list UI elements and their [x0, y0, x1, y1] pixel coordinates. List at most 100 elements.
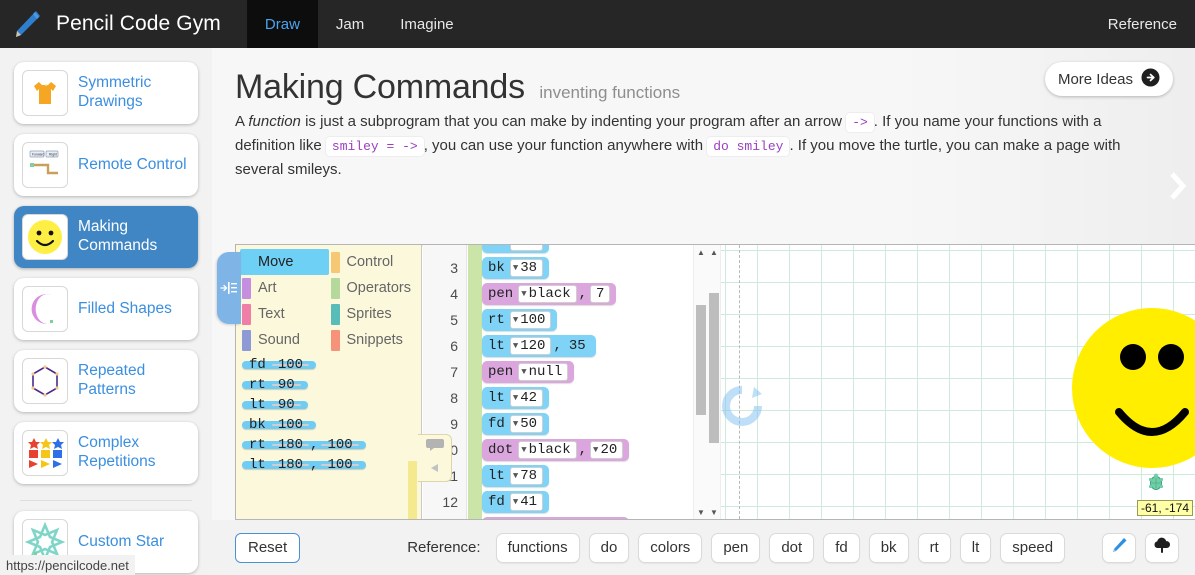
sidebar-item-filled-shapes[interactable]: Filled Shapes	[14, 278, 198, 340]
canvas-scrollbar-thumb[interactable]	[709, 293, 719, 443]
more-ideas-button[interactable]: More Ideas	[1044, 62, 1173, 96]
reference-button-speed[interactable]: speed	[1000, 532, 1066, 563]
block-dropdown-arg[interactable]: ▼ 41	[509, 493, 544, 511]
code-block-list[interactable]: rt ▼80 bk ▼38 pen ▼black	[482, 245, 707, 519]
reference-button-pen[interactable]: pen	[711, 532, 761, 563]
reference-button-lt[interactable]: lt	[959, 532, 992, 563]
reference-link[interactable]: Reference	[1108, 0, 1177, 48]
reference-button-dot[interactable]: dot	[769, 532, 815, 563]
reference-button-fd[interactable]: fd	[823, 532, 860, 563]
turtle-canvas-pane[interactable]: ▲ ▼ -61, -174	[707, 245, 1195, 519]
palette-category-control[interactable]: Control	[329, 249, 418, 275]
code-editor-pane[interactable]: 3 4 5 6 7 8 9 10 11 12 13 14 15	[423, 245, 707, 519]
code-line[interactable]: lt ▼ 120 , 35	[482, 333, 707, 359]
code-block-fd[interactable]: fd ▼ 50	[482, 413, 550, 435]
code-block-dot[interactable]: dot ▼black , ▼20	[482, 439, 630, 461]
palette-block-fd[interactable]: fd 100	[242, 358, 317, 372]
palette-block-rt-arc[interactable]: rt 180 , 100	[242, 438, 366, 452]
code-scrollbar[interactable]: ▲ ▼	[693, 245, 707, 519]
reference-button-colors[interactable]: colors	[638, 532, 703, 563]
block-dropdown-arg[interactable]: ▼ 20	[590, 441, 624, 459]
code-block-pen[interactable]: pen ▼ black , 7	[482, 283, 617, 305]
code-line[interactable]: dot ▼black , ▼20	[482, 437, 707, 463]
sidebar-item-remote-control[interactable]: Forward Right Remote Control	[14, 134, 198, 196]
block-palette[interactable]: Move Control Art Operators Text Sprites …	[236, 245, 422, 519]
palette-scrollbar-thumb[interactable]	[408, 461, 417, 519]
code-line[interactable]: fd ▼ 41	[482, 489, 707, 515]
palette-block-bk[interactable]: bk 100	[242, 418, 317, 432]
collapse-panel-icon[interactable]	[217, 252, 241, 324]
code-line[interactable]: lt ▼ 78	[482, 463, 707, 489]
edit-button[interactable]	[1102, 532, 1136, 563]
block-dropdown-arg[interactable]: ▼ 50	[509, 415, 544, 433]
block-arg[interactable]: 100	[271, 358, 310, 372]
code-block-bk[interactable]: bk ▼ 38	[482, 257, 550, 279]
turtle-sprite[interactable]	[1147, 473, 1165, 498]
code-line[interactable]: lt ▼ 42	[482, 385, 707, 411]
scroll-down-arrow-icon[interactable]: ▼	[707, 505, 721, 519]
code-block-lt[interactable]: lt ▼ 120 , 35	[482, 335, 596, 357]
sidebar-item-complex-repetitions[interactable]: Complex Repetitions	[14, 422, 198, 484]
code-block-pen-null[interactable]: pen ▼ null	[482, 361, 575, 383]
scroll-up-arrow-icon[interactable]: ▲	[694, 245, 707, 259]
nav-tab-jam[interactable]: Jam	[318, 0, 382, 48]
block-arg[interactable]: 180	[271, 438, 310, 452]
nav-tab-imagine[interactable]: Imagine	[382, 0, 471, 48]
code-line[interactable]: bk ▼ 38	[482, 255, 707, 281]
sidebar-item-repeated-patterns[interactable]: Repeated Patterns	[14, 350, 198, 412]
palette-category-sound[interactable]: Sound	[240, 327, 329, 353]
reference-button-functions[interactable]: functions	[495, 532, 580, 563]
lesson-sidebar[interactable]: Symmetric Drawings Forward Right Remote …	[0, 48, 212, 575]
block-arg[interactable]: 100	[321, 458, 359, 472]
block-dropdown-arg[interactable]: ▼ 42	[509, 389, 544, 407]
code-block-lt[interactable]: lt ▼ 78	[482, 465, 550, 487]
sidebar-item-symmetric-drawings[interactable]: Symmetric Drawings	[14, 62, 198, 124]
palette-block-lt[interactable]: lt 90	[242, 398, 308, 412]
palette-category-art[interactable]: Art	[240, 275, 329, 301]
code-scrollbar-thumb[interactable]	[696, 305, 706, 415]
triangle-left-icon[interactable]	[429, 461, 441, 479]
block-dropdown-arg[interactable]: ▼ black	[518, 285, 577, 303]
block-arg[interactable]: 180	[271, 458, 310, 472]
scroll-down-arrow-icon[interactable]: ▼	[694, 505, 707, 519]
block-dropdown-arg[interactable]: ▼ 78	[509, 467, 544, 485]
palette-category-snippets[interactable]: Snippets	[329, 327, 418, 353]
block-dropdown-arg[interactable]: ▼ black	[518, 441, 577, 459]
palette-category-text[interactable]: Text	[240, 301, 329, 327]
palette-block-lt-arc[interactable]: lt 180 , 100	[242, 458, 366, 472]
block-arg[interactable]: 100	[321, 438, 359, 452]
block-arg[interactable]: 90	[271, 398, 301, 412]
code-line[interactable]: pen ▼ null	[482, 359, 707, 385]
sidebar-item-making-commands[interactable]: Making Commands	[14, 206, 198, 268]
block-text-arg[interactable]: 35	[565, 338, 590, 354]
canvas-scrollbar[interactable]: ▲ ▼	[707, 245, 721, 519]
block-dropdown-arg[interactable]: ▼ null	[518, 363, 569, 381]
code-line[interactable]: rt ▼80	[482, 245, 707, 255]
code-block-rt[interactable]: rt ▼80	[482, 245, 550, 253]
palette-category-move[interactable]: Move	[240, 249, 329, 275]
code-block-dot[interactable]: dot ▼black , ▼20	[482, 517, 630, 519]
reference-button-do[interactable]: do	[588, 532, 630, 563]
code-block-rt[interactable]: rt ▼ 100	[482, 309, 558, 331]
palette-category-operators[interactable]: Operators	[329, 275, 418, 301]
code-line[interactable]: pen ▼ black , 7	[482, 281, 707, 307]
reset-button[interactable]: Reset	[235, 532, 301, 563]
block-dropdown-arg[interactable]: ▼80	[509, 245, 544, 251]
palette-block-rt[interactable]: rt 90	[242, 378, 308, 392]
palette-category-sprites[interactable]: Sprites	[329, 301, 418, 327]
code-block-lt[interactable]: lt ▼ 42	[482, 387, 550, 409]
share-button[interactable]	[1145, 532, 1179, 563]
block-dropdown-arg[interactable]: ▼ 38	[509, 259, 544, 277]
palette-hint-bubble[interactable]	[418, 434, 452, 482]
block-arg[interactable]: 100	[271, 418, 310, 432]
block-dropdown-arg[interactable]: ▼ 120	[509, 337, 552, 355]
scroll-up-arrow-icon[interactable]: ▲	[707, 245, 721, 259]
nav-tab-draw[interactable]: Draw	[246, 0, 318, 48]
block-dropdown-arg[interactable]: ▼ 100	[509, 311, 552, 329]
code-line[interactable]: fd ▼ 50	[482, 411, 707, 437]
reference-button-bk[interactable]: bk	[868, 532, 909, 563]
block-text-arg[interactable]: 7	[590, 285, 611, 303]
canvas-grid[interactable]: -61, -174	[721, 245, 1195, 519]
code-line[interactable]: rt ▼ 100	[482, 307, 707, 333]
palette-block-list[interactable]: fd 100 rt 90 lt 90 bk 100 rt 180 , 100 l…	[236, 355, 421, 519]
